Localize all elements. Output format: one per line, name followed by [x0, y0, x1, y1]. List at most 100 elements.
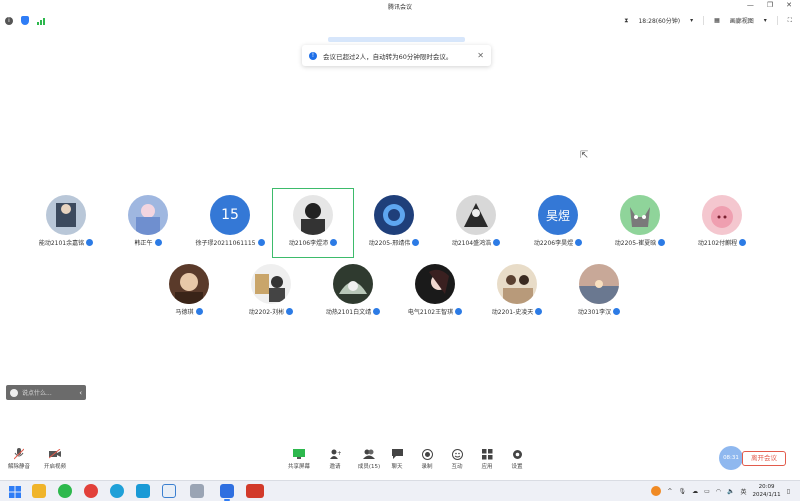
- ime-indicator[interactable]: 英: [740, 487, 746, 496]
- participant-tile[interactable]: 动2201-史凌天: [477, 258, 557, 328]
- emoji-icon[interactable]: [10, 388, 18, 397]
- muted-mic-icon: [658, 239, 666, 246]
- start-menu-icon[interactable]: [8, 484, 22, 498]
- reaction-icon: [451, 448, 463, 460]
- close-icon[interactable]: ✕: [786, 1, 792, 9]
- toast-message: 会议已超过2人，自动转为60分钟限时会议。: [323, 52, 453, 61]
- muted-mic-icon: [739, 239, 747, 246]
- participant-tile[interactable]: 动2102付麒程: [682, 189, 762, 259]
- app-icon[interactable]: [246, 484, 264, 498]
- chevron-down-icon[interactable]: ▾: [690, 17, 693, 24]
- app-tray-icon[interactable]: [651, 486, 662, 496]
- chat-placeholder[interactable]: 说点什么...: [22, 388, 75, 397]
- system-clock[interactable]: 20:09 2024/1/11: [752, 483, 780, 499]
- fullscreen-icon[interactable]: ⛶: [788, 17, 792, 25]
- battery-icon[interactable]: ▭: [704, 488, 710, 495]
- grid-view-icon[interactable]: ▦: [714, 17, 720, 24]
- notification-icon[interactable]: ▯: [787, 488, 790, 495]
- muted-mic-icon: [412, 239, 420, 246]
- chat-icon: [391, 449, 403, 459]
- participant-tile[interactable]: 马德琪: [149, 258, 229, 328]
- avatar: [497, 264, 537, 304]
- members-button[interactable]: 成员(15): [354, 448, 384, 470]
- participant-name: 能动2101余嘉铭: [38, 240, 85, 247]
- hourglass-icon: ⧗: [624, 16, 629, 24]
- leave-meeting-button[interactable]: 离开会议: [742, 451, 786, 466]
- onedrive-icon[interactable]: ☁: [692, 488, 698, 495]
- chat-label: 聊天: [391, 464, 403, 470]
- app-icon[interactable]: [162, 484, 176, 498]
- meeting-timer[interactable]: 18:28(60分钟): [638, 16, 680, 25]
- app-icon[interactable]: [136, 484, 150, 498]
- minimize-icon[interactable]: —: [747, 1, 754, 9]
- view-mode-button[interactable]: 画廊视图: [730, 16, 754, 25]
- notification-toast: ! 会议已超过2人，自动转为60分钟限时会议。 ✕: [302, 45, 491, 66]
- participant-name: 动2201-史凌天: [491, 309, 534, 316]
- add-user-icon: +: [329, 449, 341, 459]
- volume-icon[interactable]: 🔈: [727, 488, 734, 495]
- clock-time: 20:09: [758, 484, 775, 490]
- muted-mic-icon: [86, 239, 94, 246]
- meeting-info-icon[interactable]: i: [5, 16, 13, 25]
- signal-icon[interactable]: [37, 17, 45, 25]
- participant-tile[interactable]: 动2205-邢靖伟: [354, 189, 434, 259]
- file-explorer-icon[interactable]: [32, 484, 46, 498]
- participant-tile[interactable]: 昊煜 动2206李昊煜: [518, 189, 598, 259]
- microphone-icon[interactable]: 🎙: [678, 488, 686, 495]
- participant-name: 马德琪: [175, 309, 194, 316]
- start-video-button[interactable]: 开启视频: [40, 448, 70, 470]
- collapse-icon[interactable]: ‹: [79, 389, 82, 397]
- participant-tile[interactable]: 15 徐子璆20211061115: [190, 189, 270, 259]
- participant-tile[interactable]: 能动2101余嘉铭: [26, 189, 106, 259]
- system-tray: ^ 🎙 ☁ ▭ ◠ 🔈 英 20:09 2024/1/11 ▯: [651, 483, 790, 499]
- window-title: 腾讯会议: [387, 4, 412, 11]
- participant-tile[interactable]: 韩正午: [108, 189, 188, 259]
- wifi-icon[interactable]: ◠: [716, 488, 721, 495]
- apps-button[interactable]: 应用: [472, 448, 502, 470]
- invite-button[interactable]: + 邀请: [320, 448, 350, 470]
- participant-tile[interactable]: 电气2102王智琪: [395, 258, 475, 328]
- chevron-up-icon[interactable]: ^: [667, 488, 672, 495]
- record-button[interactable]: 录制: [412, 448, 442, 470]
- settings-button[interactable]: 设置: [502, 448, 532, 470]
- wechat-icon[interactable]: [58, 484, 72, 498]
- tencent-meeting-icon[interactable]: [220, 484, 234, 501]
- share-screen-button[interactable]: 共享屏幕: [284, 448, 314, 470]
- members-icon: [363, 449, 375, 459]
- settings-label: 设置: [511, 464, 523, 470]
- participant-tile[interactable]: 动2202-刘彬: [231, 258, 311, 328]
- avatar: [456, 195, 496, 235]
- avatar-initials: 昊煜: [538, 195, 578, 235]
- invite-label: 邀请: [329, 464, 341, 470]
- participant-tile-active-speaker[interactable]: 动2106李煜沛: [272, 188, 354, 258]
- speaker-indicator: [328, 37, 465, 42]
- title-bar: 腾讯会议 — ❐ ✕: [0, 0, 800, 13]
- avatar: 昊煜: [538, 195, 578, 235]
- chat-button[interactable]: 聊天: [382, 448, 412, 470]
- chevron-down-icon[interactable]: ▾: [764, 17, 767, 24]
- close-icon[interactable]: ✕: [477, 51, 484, 60]
- start-video-label: 开启视频: [43, 464, 66, 470]
- participant-name: 动2202-刘彬: [248, 309, 285, 316]
- muted-mic-icon: [330, 239, 338, 246]
- netease-music-icon[interactable]: [84, 484, 98, 498]
- edge-browser-icon[interactable]: [110, 484, 124, 498]
- participant-name: 动2301李汉: [577, 309, 612, 316]
- shield-icon[interactable]: [21, 16, 29, 25]
- avatar: [620, 195, 660, 235]
- app-icon[interactable]: [190, 484, 204, 498]
- avatar: [374, 195, 414, 235]
- info-icon: !: [309, 51, 317, 60]
- maximize-icon[interactable]: ❐: [767, 1, 773, 9]
- participant-tile[interactable]: 动2301李汉: [559, 258, 639, 328]
- unmute-button[interactable]: 解除静音: [4, 448, 34, 470]
- info-bar: i ⧗ 18:28(60分钟) ▾ ▦ 画廊视图 ▾ ⛶: [0, 14, 800, 28]
- muted-mic-icon: [286, 308, 294, 315]
- chat-input[interactable]: 说点什么... ‹: [6, 385, 86, 400]
- participant-name: 动2106李煜沛: [288, 240, 329, 247]
- participant-tile[interactable]: 动热2101白文靖: [313, 258, 393, 328]
- participant-tile[interactable]: 动2104盛鸿浩: [436, 189, 516, 259]
- participant-tile[interactable]: 动2205-崔夏晗: [600, 189, 680, 259]
- reaction-button[interactable]: 互动: [442, 448, 472, 470]
- gear-icon: [512, 449, 522, 459]
